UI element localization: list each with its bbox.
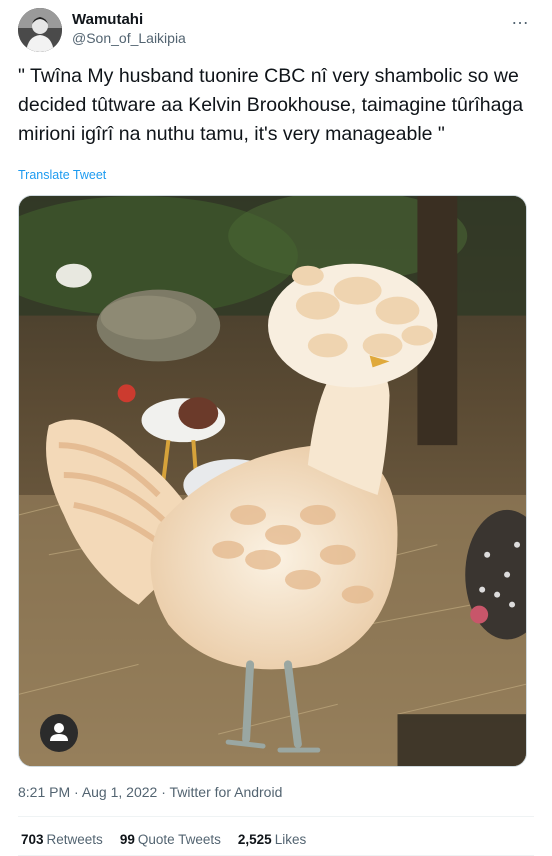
tweet-text: " Twîna My husband tuonire CBC nî very s… [18,65,524,145]
tweet-media-image[interactable] [18,195,527,767]
retweets-label: Retweets [46,832,103,847]
retweets-count: 703 [21,832,44,847]
quote-tweets-stat[interactable]: 99 Quote Tweets [120,832,221,847]
avatar-icon [18,8,62,52]
divider [18,816,534,817]
author-handle[interactable]: @Son_of_Laikipia [72,29,186,48]
tweet-header: Wamutahi @Son_of_Laikipia … [18,8,534,52]
meta-separator: · [70,784,82,800]
more-options-icon[interactable]: … [511,9,530,27]
likes-count: 2,525 [237,832,272,847]
author-display-name[interactable]: Wamutahi [72,10,186,29]
tweet-meta: 8:21 PM · Aug 1, 2022 · Twitter for Andr… [18,784,282,800]
person-icon[interactable] [40,714,78,752]
quote-tweets-count: 99 [119,832,135,847]
author-avatar[interactable] [18,8,62,52]
quote-tweets-label: Quote Tweets [137,832,221,847]
chicken-photo [19,196,526,766]
likes-label: Likes [274,832,307,847]
author-names: Wamutahi @Son_of_Laikipia [72,10,186,48]
meta-separator: · [157,784,170,800]
tweet-date[interactable]: Aug 1, 2022 [82,784,158,800]
retweets-stat[interactable]: 703 Retweets [21,832,103,847]
person-tag-icon [50,723,68,741]
tweet-source[interactable]: Twitter for Android [170,784,283,800]
tweet: Wamutahi @Son_of_Laikipia … " Twîna My h… [0,0,552,856]
likes-stat[interactable]: 2,525 Likes [238,832,306,847]
tweet-stats: 703 Retweets 99 Quote Tweets 2,525 Likes [21,832,323,847]
tweet-time[interactable]: 8:21 PM [18,784,70,800]
translate-tweet-link[interactable]: Translate Tweet [18,168,106,182]
